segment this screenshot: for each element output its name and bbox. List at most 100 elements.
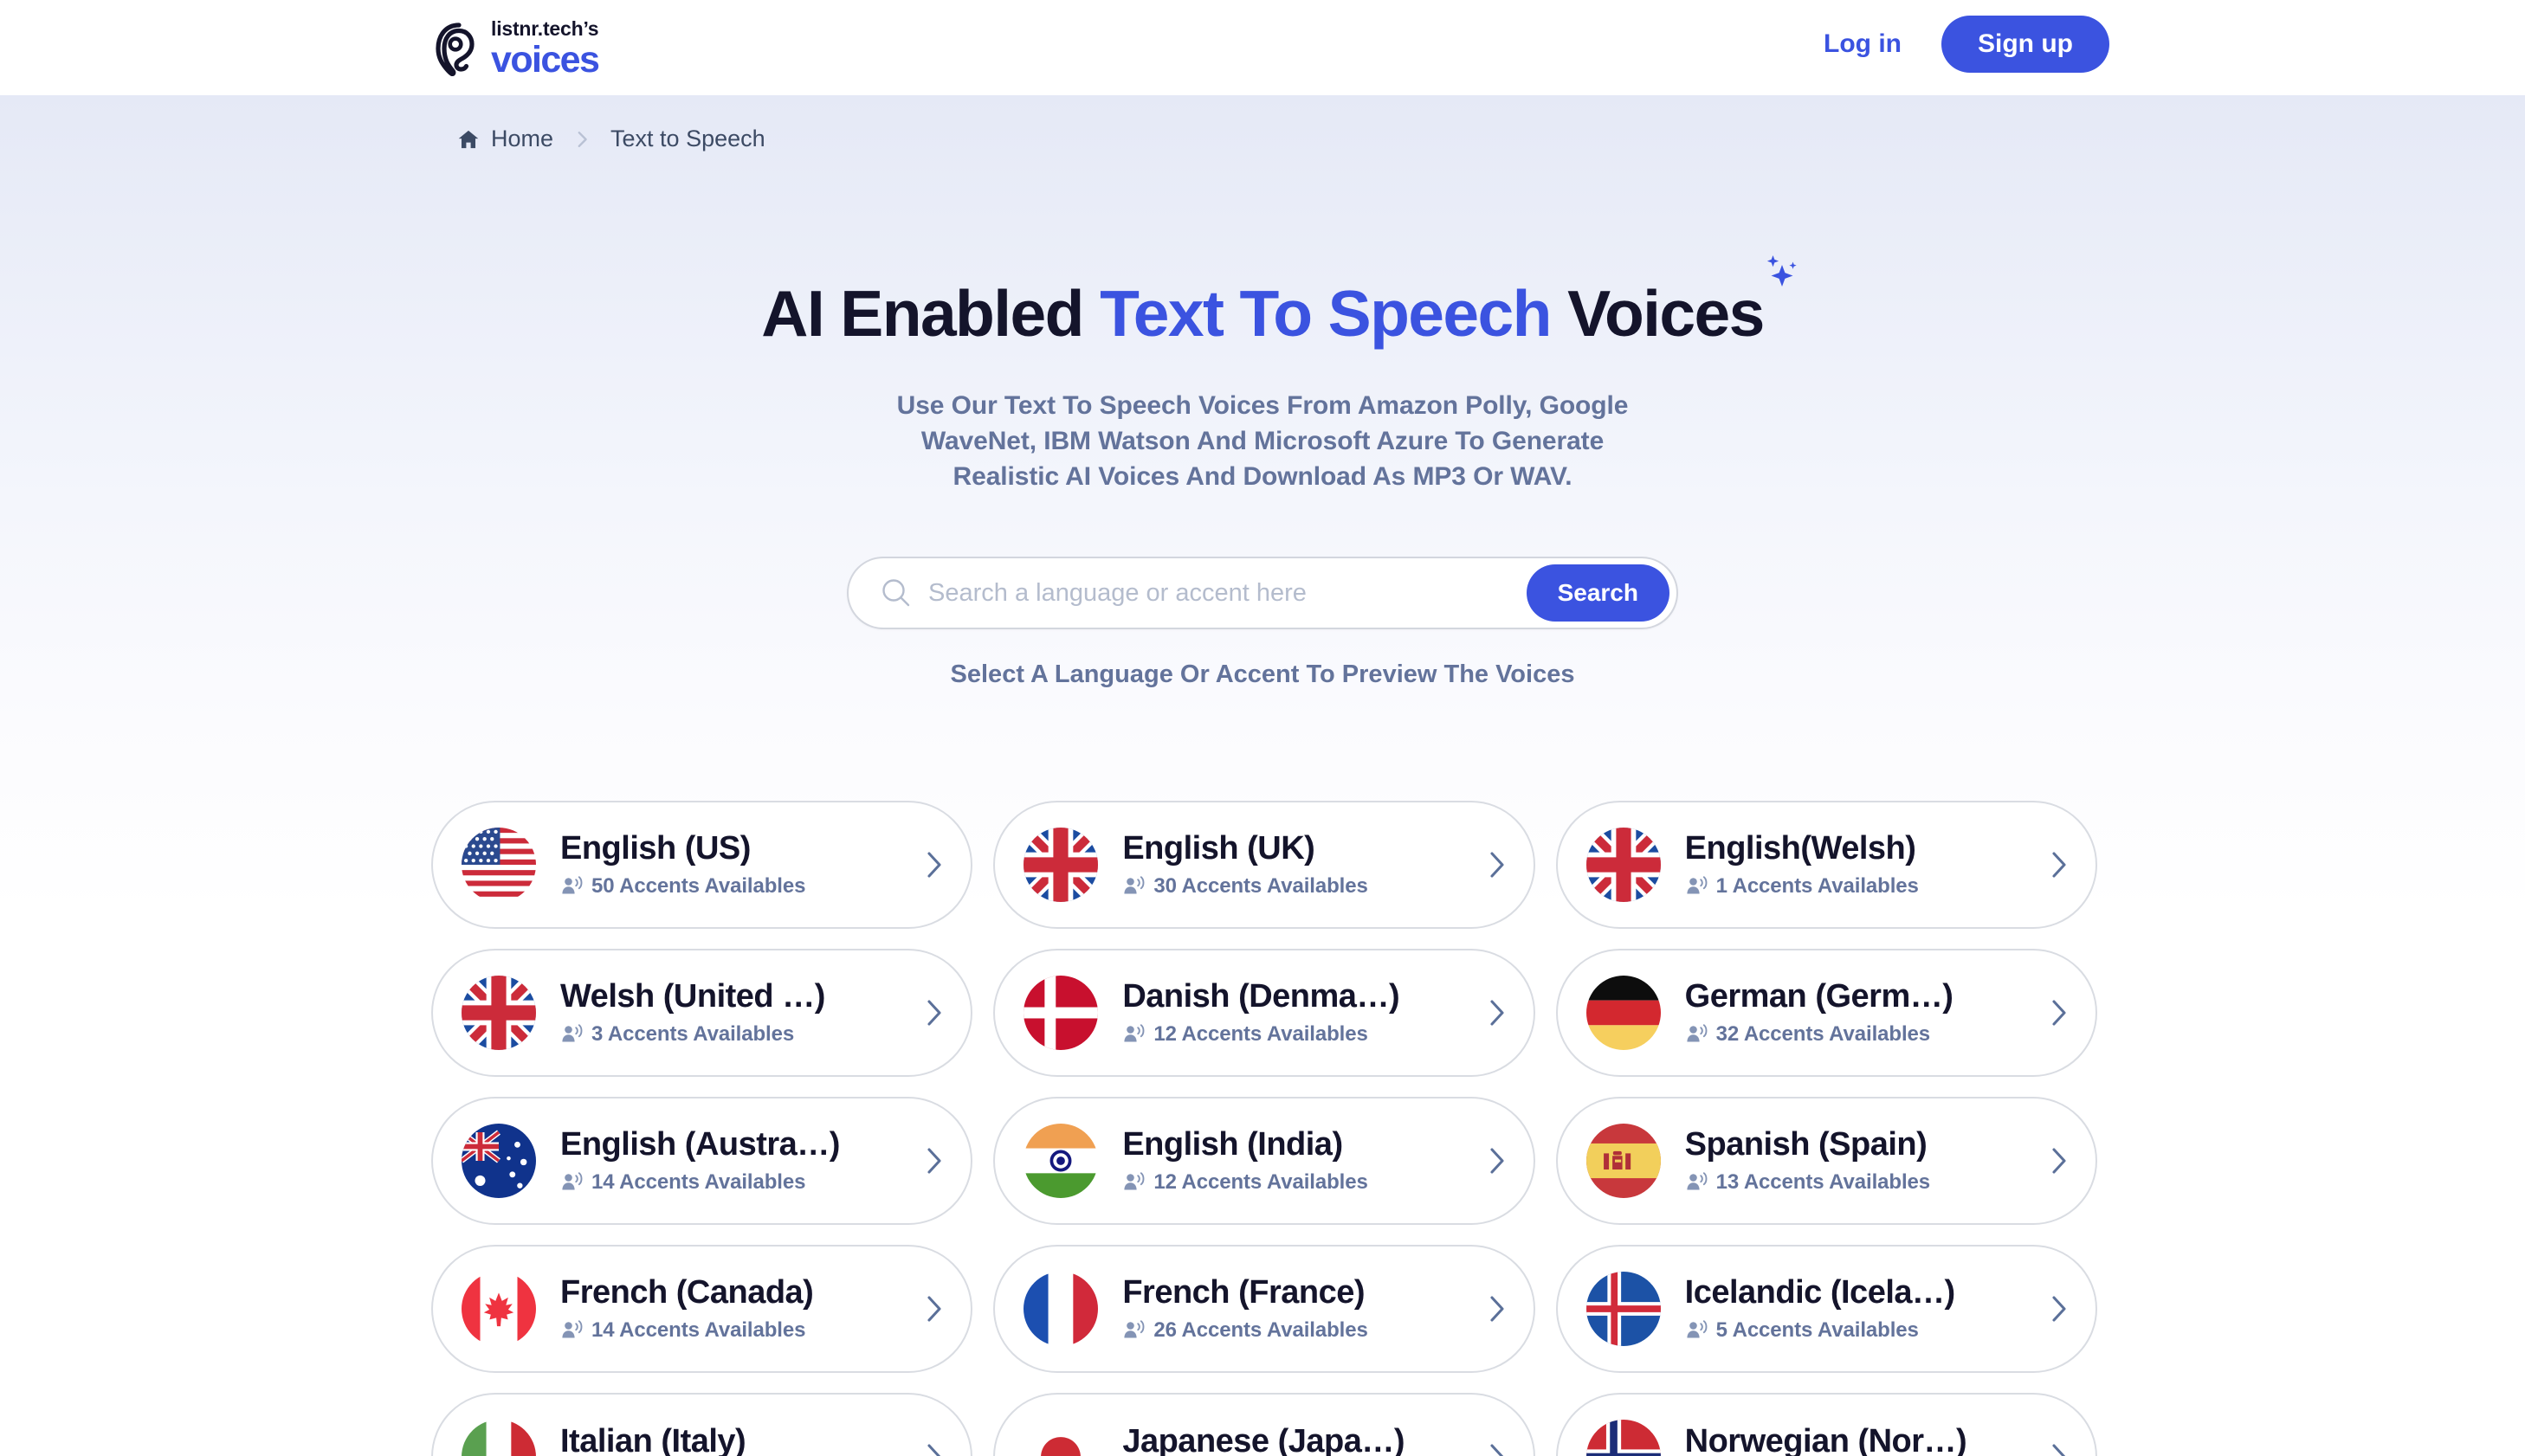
language-card[interactable]: Norwegian (Nor…)	[1555, 1393, 2097, 1456]
language-card-accents: 3 Accents Availables	[560, 1022, 910, 1047]
language-card-accents-label: 14 Accents Availables	[591, 1318, 806, 1343]
language-card-body: Japanese (Japa…)	[1098, 1424, 1472, 1456]
language-card[interactable]: Italian (Italy)	[431, 1393, 973, 1456]
language-card-accents-label: 1 Accents Availables	[1715, 874, 1919, 899]
language-card-body: German (Germ…) 32 Accents Availables	[1661, 979, 2035, 1047]
hero-subtitle: Use Our Text To Speech Voices From Amazo…	[0, 388, 2525, 494]
chevron-right-icon	[2052, 1148, 2066, 1174]
chevron-right-icon	[1490, 1296, 1504, 1322]
voice-accents-icon	[562, 1024, 583, 1042]
language-card-accents: 13 Accents Availables	[1685, 1170, 2035, 1195]
voice-accents-icon	[1124, 876, 1145, 894]
language-card[interactable]: German (Germ…) 32 Accents Availables	[1555, 949, 2097, 1077]
language-card-accents-label: 50 Accents Availables	[591, 874, 806, 899]
signup-button[interactable]: Sign up	[1941, 16, 2109, 73]
language-card[interactable]: Welsh (United …) 3 Accents Availables	[431, 949, 973, 1077]
language-card-body: Spanish (Spain) 13 Accents Availables	[1661, 1127, 2035, 1195]
voice-accents-icon	[1124, 1172, 1145, 1190]
language-card-body: English (Austra…) 14 Accents Availables	[536, 1127, 910, 1195]
voice-accents-icon	[1124, 1320, 1145, 1338]
language-card-accents: 12 Accents Availables	[1122, 1170, 1472, 1195]
language-card-body: Norwegian (Nor…)	[1661, 1424, 2035, 1456]
brand-small-text: listnr.tech’s	[491, 17, 599, 40]
search-bar[interactable]: Search	[847, 557, 1678, 629]
language-card-accents: 50 Accents Availables	[560, 874, 910, 899]
language-card-body: Icelandic (Icela…) 5 Accents Availables	[1661, 1275, 2035, 1343]
chevron-right-icon	[1490, 1444, 1503, 1456]
language-card-body: Welsh (United …) 3 Accents Availables	[536, 979, 910, 1047]
brand-big-text: voices	[491, 39, 600, 81]
language-card[interactable]: Japanese (Japa…)	[993, 1393, 1535, 1456]
language-card[interactable]: English (US) 50 Accents Availables	[431, 801, 973, 929]
language-card-accents: 5 Accents Availables	[1685, 1318, 2035, 1343]
hero-subtitle-line-1: Use Our Text To Speech Voices From Amazo…	[896, 391, 1629, 420]
chevron-right-icon	[927, 1000, 941, 1026]
language-card-grid: English (US) 50 Accents Availables Engli…	[431, 801, 2097, 1456]
chevron-right-icon	[1490, 1000, 1504, 1026]
login-button[interactable]: Log in	[1820, 23, 1905, 66]
language-card[interactable]: English (UK) 30 Accents Availables	[993, 801, 1535, 929]
select-language-hint: Select A Language Or Accent To Preview T…	[950, 660, 1575, 688]
page-title: AI Enabled Text To Speech Voices	[761, 255, 1797, 350]
language-card[interactable]: English(Welsh) 1 Accents Availables	[1555, 801, 2097, 929]
search-input[interactable]	[913, 578, 1527, 608]
language-card-accents: 32 Accents Availables	[1685, 1022, 2035, 1047]
language-card-body: Italian (Italy)	[536, 1424, 910, 1456]
chevron-right-icon	[927, 852, 941, 878]
chevron-right-icon	[2052, 1296, 2066, 1322]
breadcrumb-home-label: Home	[491, 126, 554, 151]
language-card-accents-label: 32 Accents Availables	[1715, 1022, 1931, 1047]
voice-accents-icon	[562, 1320, 583, 1338]
voice-accents-icon	[562, 1172, 583, 1190]
language-card[interactable]: English (Austra…) 14 Accents Availables	[431, 1097, 973, 1225]
uk-flag-icon	[1585, 828, 1661, 902]
site-header: listnr.tech’s voices Log in Sign up	[0, 0, 2525, 95]
home-icon	[458, 130, 479, 148]
voice-accents-icon	[562, 876, 583, 894]
voice-accents-icon	[1687, 1024, 1708, 1042]
germany-flag-icon	[1585, 976, 1661, 1050]
chevron-right-icon	[927, 1148, 941, 1174]
language-card-title: Norwegian (Nor…)	[1684, 1423, 1967, 1456]
language-card-accents: 26 Accents Availables	[1122, 1318, 1472, 1343]
language-card-title: Spanish (Spain)	[1684, 1126, 1928, 1163]
language-card-title: German (Germ…)	[1684, 978, 1953, 1015]
ear-logo-icon	[436, 23, 475, 77]
header-actions: Log in Sign up	[1820, 16, 2109, 73]
chevron-right-icon	[927, 1444, 941, 1456]
chevron-right-icon	[927, 1296, 941, 1322]
language-card[interactable]: French (France) 26 Accents Availables	[993, 1245, 1535, 1373]
headline-accent: Text To Speech	[1100, 277, 1552, 350]
language-card-title: Welsh (United …)	[560, 978, 825, 1015]
chevron-right-icon	[2052, 852, 2066, 878]
iceland-flag-icon	[1585, 1272, 1661, 1346]
spain-flag-icon	[1585, 1124, 1661, 1198]
language-card-title: English(Welsh)	[1684, 830, 1916, 867]
chevron-right-icon	[578, 131, 587, 147]
language-card[interactable]: Spanish (Spain) 13 Accents Availables	[1555, 1097, 2097, 1225]
language-card-title: Japanese (Japa…)	[1122, 1423, 1405, 1456]
language-card-accents-label: 3 Accents Availables	[591, 1022, 795, 1047]
language-card-body: English(Welsh) 1 Accents Availables	[1661, 831, 2035, 899]
language-card-body: French (Canada) 14 Accents Availables	[536, 1275, 910, 1343]
language-card[interactable]: Danish (Denma…) 12 Accents Availables	[993, 949, 1535, 1077]
search-button[interactable]: Search	[1526, 564, 1669, 622]
language-card-title: English (India)	[1122, 1126, 1343, 1163]
language-card[interactable]: Icelandic (Icela…) 5 Accents Availables	[1555, 1245, 2097, 1373]
voice-accents-icon	[1687, 876, 1708, 894]
language-card-title: English (US)	[560, 830, 751, 867]
norway-flag-icon	[1585, 1420, 1661, 1456]
hero-subtitle-line-3: Realistic AI Voices And Download As MP3 …	[953, 462, 1572, 492]
italy-flag-icon	[462, 1420, 536, 1456]
headline-part-1: AI Enabled	[761, 277, 1101, 350]
language-card-title: French (France)	[1122, 1274, 1365, 1311]
france-flag-icon	[1024, 1272, 1099, 1346]
language-card[interactable]: English (India) 12 Accents Availables	[993, 1097, 1535, 1225]
language-card-body: English (US) 50 Accents Availables	[536, 831, 910, 899]
language-card-accents: 14 Accents Availables	[560, 1170, 910, 1195]
language-card-body: English (India) 12 Accents Availables	[1098, 1127, 1472, 1195]
brand-logo[interactable]: listnr.tech’s voices	[433, 17, 600, 81]
breadcrumb-home-link[interactable]: Home	[457, 126, 553, 152]
language-card-accents: 12 Accents Availables	[1122, 1022, 1472, 1047]
language-card[interactable]: French (Canada) 14 Accents Availables	[431, 1245, 973, 1373]
